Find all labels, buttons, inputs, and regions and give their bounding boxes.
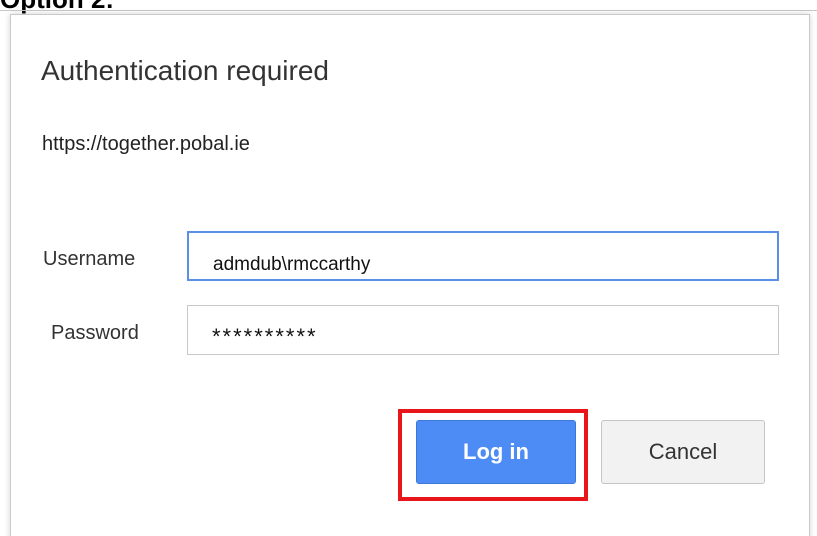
cancel-button[interactable]: Cancel	[601, 420, 765, 484]
divider	[0, 10, 817, 11]
login-button[interactable]: Log in	[416, 420, 576, 484]
username-value: admdub\rmccarthy	[213, 254, 371, 275]
screenshot-page: Option 2: Authentication required https:…	[0, 0, 817, 536]
dialog-title: Authentication required	[41, 55, 329, 86]
username-input[interactable]: admdub\rmccarthy	[187, 231, 779, 281]
dialog-origin-url: https://together.pobal.ie	[42, 133, 250, 155]
username-label: Username	[43, 248, 136, 270]
password-value: **********	[212, 324, 318, 349]
document-caption: Option 2:	[0, 0, 114, 15]
password-input[interactable]: **********	[187, 305, 779, 355]
password-label: Password	[51, 322, 139, 344]
